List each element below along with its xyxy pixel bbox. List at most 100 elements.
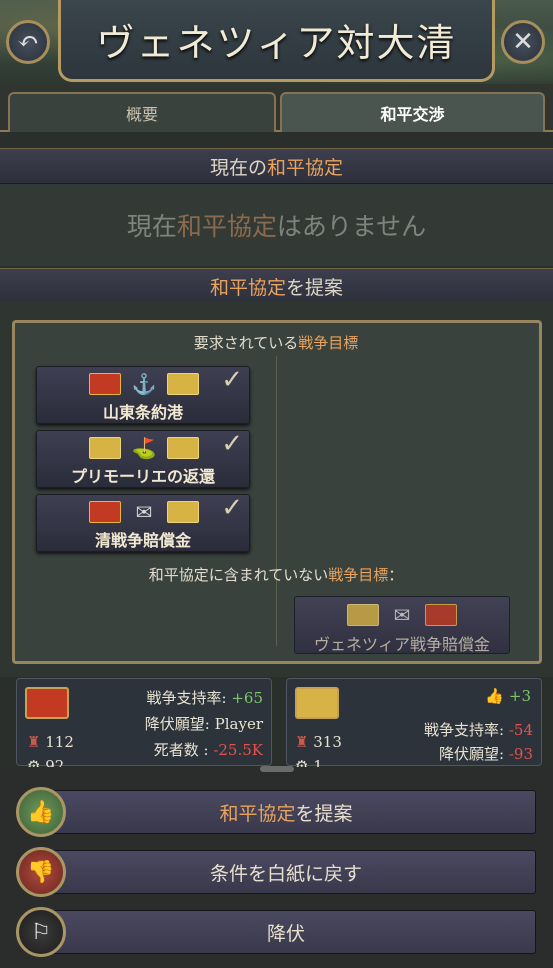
attacker-surrender: 降伏願望: Player (145, 713, 263, 734)
demanded-goals-heading: 要求されている戦争目標 (36, 332, 516, 353)
goal-icons: ⛳ (89, 436, 199, 460)
demanded-heading-highlight: 戦争目標 (298, 334, 359, 352)
no-peace-suffix: はありません (276, 212, 427, 241)
second-stat-icon: ⚙ (295, 757, 309, 767)
propose-peace-button[interactable]: 和平協定 を提案 (36, 790, 536, 834)
war-support-value: +65 (231, 689, 263, 707)
close-button[interactable]: ✕ (501, 20, 545, 64)
goal-icons: ⚓ (89, 372, 199, 396)
troops-value: 112 (45, 733, 74, 751)
reset-button-label: 条件を白紙に戻す (209, 862, 362, 885)
qing-flag-icon (167, 437, 199, 459)
drag-handle[interactable] (260, 766, 294, 772)
excluded-heading-prefix: 和平協定に含まれていない (148, 566, 329, 584)
war-goal-label: 清戦争賠償金 (94, 531, 191, 550)
goal-icons: ✉ (347, 603, 457, 627)
war-support-label: 戦争支持率: (146, 689, 227, 707)
tab-overview[interactable]: 概要 (8, 92, 276, 132)
casualties-label: 死者数 : (153, 741, 209, 759)
back-arrow-icon: ↶ (17, 27, 39, 57)
demanded-heading-prefix: 要求されている (193, 334, 299, 352)
surrender-label: 降伏願望: (439, 745, 505, 763)
propose-title-suffix: を提案 (286, 276, 344, 299)
tab-overview-label: 概要 (125, 105, 158, 124)
tab-peace-negotiation-label: 和平交渉 (380, 105, 445, 124)
excluded-goals-heading: 和平協定に含まれていない戦争目標： (36, 564, 516, 585)
qing-flag-icon (89, 437, 121, 459)
checkmark-icon: ✓ (221, 493, 243, 523)
surrender-value: -93 (508, 745, 533, 763)
attacker-second-stat: ⚙ 92 (27, 757, 64, 767)
capitulate-button[interactable]: 降伏 (36, 910, 536, 954)
war-support-value: -54 (508, 721, 533, 739)
surrender-label: 降伏願望: (144, 715, 210, 733)
goals-divider (276, 356, 277, 646)
defender-troops: ♜ 313 (295, 733, 342, 751)
territory-flag-icon: ⛳ (131, 436, 157, 460)
war-goal-primorye[interactable]: ⛳ ✓ プリモーリエの返還 (36, 429, 250, 488)
attacker-stats-box: 戦争支持率: +65 降伏願望: Player 死者数 : -25.5K ♜ 1… (16, 678, 272, 767)
troops-icon: ♜ (27, 733, 41, 751)
excluded-heading-suffix: ： (388, 566, 404, 584)
title-plate: ヴェネツィア対大清 (58, 0, 495, 82)
second-stat-value: 92 (45, 757, 65, 767)
goal-icons: ✉ (89, 500, 199, 524)
no-peace-prefix: 現在 (126, 212, 177, 241)
excluded-heading-highlight: 戦争目標 (328, 566, 389, 584)
war-goal-venice-reparations[interactable]: ✉ ヴェネツィア戦争賠償金 (294, 596, 510, 654)
checkmark-icon: ✓ (221, 429, 243, 459)
propose-peace-header: 和平協定 を提案 (0, 268, 553, 304)
reparations-scroll-icon: ✉ (393, 603, 411, 627)
anchor-icon: ⚓ (131, 372, 157, 396)
thumbs-up-icon: 👍 (485, 687, 505, 705)
second-stat-icon: ⚙ (27, 757, 41, 767)
attacker-war-support: 戦争支持率: +65 (147, 687, 264, 708)
war-goal-label: プリモーリエの返還 (70, 467, 215, 486)
war-goal-label: 山東条約港 (102, 403, 183, 422)
close-icon: ✕ (512, 27, 534, 57)
reparations-scroll-icon: ✉ (135, 500, 153, 524)
defender-war-support: 戦争支持率: -54 (424, 719, 533, 740)
thumbs-up-icon[interactable]: 👍 (16, 787, 66, 837)
troops-icon: ♜ (295, 733, 309, 751)
no-peace-highlight: 和平協定 (176, 212, 277, 241)
defender-approval: 👍 +3 (485, 687, 531, 705)
qing-flag-icon (167, 373, 199, 395)
war-goal-shandong[interactable]: ⚓ ✓ 山東条約港 (36, 365, 250, 424)
casualties-value: -25.5K (213, 741, 263, 759)
tab-peace-negotiation[interactable]: 和平交渉 (280, 92, 545, 132)
white-flag-icon[interactable]: ⚐ (16, 907, 66, 957)
attacker-casualties: 死者数 : -25.5K (154, 739, 263, 760)
no-current-peace-message: 現在 和平協定 はありません (0, 184, 553, 266)
defender-second-stat: ⚙ 1 (295, 757, 323, 767)
second-stat-value: 1 (313, 757, 323, 767)
current-peace-title-prefix: 現在の (209, 156, 267, 179)
current-peace-title-highlight: 和平協定 (267, 156, 344, 179)
venice-flag-icon (89, 501, 121, 523)
approval-value: +3 (508, 687, 531, 705)
war-support-label: 戦争支持率: (424, 721, 505, 739)
venice-country-flag[interactable] (25, 687, 69, 719)
propose-button-highlight: 和平協定 (219, 802, 296, 825)
qing-country-flag[interactable] (295, 687, 339, 719)
war-goal-qing-reparations[interactable]: ✉ ✓ 清戦争賠償金 (36, 493, 250, 552)
capitulate-button-label: 降伏 (266, 922, 305, 945)
defender-surrender: 降伏願望: -93 (439, 743, 533, 764)
venice-flag-icon (89, 373, 121, 395)
venice-flag-icon (424, 604, 457, 626)
qing-flag-icon (166, 501, 199, 523)
surrender-value: Player (214, 715, 263, 733)
qing-flag-icon (347, 604, 379, 626)
troops-value: 313 (313, 733, 342, 751)
war-goal-label: ヴェネツィア戦争賠償金 (313, 635, 490, 654)
propose-title-highlight: 和平協定 (209, 276, 286, 299)
checkmark-icon: ✓ (221, 365, 243, 395)
back-button[interactable]: ↶ (6, 20, 50, 64)
attacker-troops: ♜ 112 (27, 733, 74, 751)
current-peace-header: 現在の 和平協定 (0, 148, 553, 184)
propose-button-suffix: を提案 (295, 802, 353, 825)
defender-stats-box: 👍 +3 戦争支持率: -54 降伏願望: -93 ♜ 313 ⚙ 1 (286, 678, 542, 767)
thumbs-down-icon[interactable]: 👎 (16, 847, 66, 897)
page-title: ヴェネツィア対大清 (96, 21, 457, 65)
reset-terms-button[interactable]: 条件を白紙に戻す (36, 850, 536, 894)
